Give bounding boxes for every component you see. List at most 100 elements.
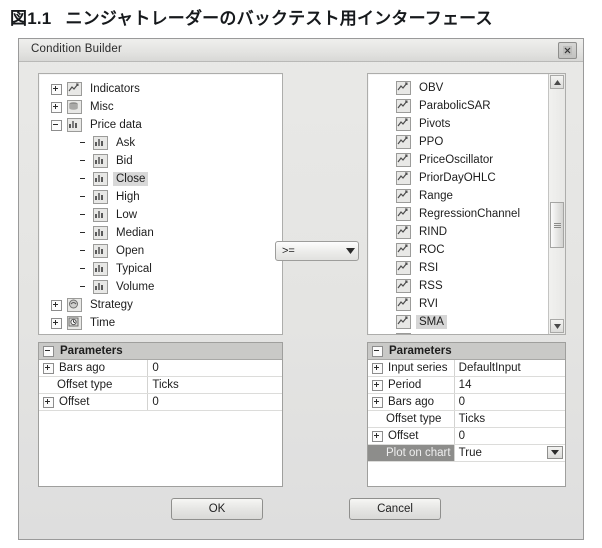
list-item[interactable]: RegressionChannel [368,205,549,223]
table-row[interactable]: Period 14 [368,377,565,394]
tree-item-label: Strategy [90,299,133,311]
tree-item-ask[interactable]: Ask [39,134,282,152]
tree-item-label: Median [116,227,154,239]
tree-item-low[interactable]: Low [39,206,282,224]
param-name: Offset type [57,379,113,391]
list-item[interactable]: RVI [368,295,549,313]
tree-item-label: Misc [90,101,114,113]
param-name: Bars ago [388,396,435,408]
list-item[interactable]: ROC [368,241,549,259]
tree-item-typical[interactable]: Typical [39,260,282,278]
left-parameters-grid[interactable]: Parameters Bars ago 0 Offset type Ticks Offs… [38,342,283,487]
tree-item-close[interactable]: Close [39,170,282,188]
tree-item-median[interactable]: Median [39,224,282,242]
tree-item-label: User defined inputs [87,334,192,335]
table-row[interactable]: Offset type Ticks [368,411,565,428]
list-item[interactable]: RSI [368,259,549,277]
param-value-cell[interactable]: 0 [148,394,282,410]
plus-expander-icon[interactable] [372,362,383,374]
param-value-cell[interactable]: DefaultInput [455,360,565,376]
plus-expander-icon[interactable] [51,83,62,95]
list-item[interactable]: RIND [368,223,549,241]
list-item-label: RIND [419,226,448,238]
cancel-button[interactable]: Cancel [349,498,441,520]
tree-expander-spacer [79,157,88,166]
tree-item-misc[interactable]: Misc [39,98,282,116]
list-item[interactable]: PriorDayOHLC [368,169,549,187]
window-titlebar[interactable]: Condition Builder [19,39,583,62]
tree-item-user-defined-inputs[interactable]: User defined inputs [39,332,282,335]
param-value-cell[interactable]: True [454,445,565,461]
tree-item-high[interactable]: High [39,188,282,206]
plus-expander-icon[interactable] [51,317,62,329]
close-icon[interactable] [558,42,577,59]
scroll-up-icon[interactable] [550,75,564,89]
tree-item-time[interactable]: Time [39,314,282,332]
param-name: Offset [59,396,90,408]
tree-expander-spacer [79,139,88,148]
list-item-label: PriceOscillator [419,154,494,166]
condition-tree-panel[interactable]: Indicators Misc Price data Ask Bid Close High L… [38,73,283,335]
tree-item-strategy[interactable]: Strategy [39,296,282,314]
minus-expander-icon[interactable] [43,345,54,357]
left-parameters-header[interactable]: Parameters [39,343,282,360]
param-value: Ticks [458,413,486,425]
operator-select[interactable]: >= [275,241,359,261]
tree-item-open[interactable]: Open [39,242,282,260]
indicator-icon [396,207,411,221]
list-item-label: StdDev [416,333,460,334]
list-item[interactable]: OBV [368,79,549,97]
plus-expander-icon[interactable] [372,396,383,408]
list-item[interactable]: SMA [368,313,549,331]
bars-icon [93,244,108,258]
scroll-thumb[interactable] [550,202,564,248]
tree-item-bid[interactable]: Bid [39,152,282,170]
figure-number: 図1.1 [10,9,52,28]
list-item[interactable]: ParabolicSAR [368,97,549,115]
plus-expander-icon[interactable] [51,101,62,113]
bars-icon [93,154,108,168]
param-value-cell[interactable]: 0 [455,428,565,444]
list-item[interactable]: PPO [368,133,549,151]
list-item[interactable]: RSS [368,277,549,295]
plus-expander-icon[interactable] [43,396,54,408]
indicator-icon [396,117,411,131]
plus-expander-icon[interactable] [43,362,54,374]
plus-expander-icon[interactable] [51,299,62,311]
scroll-thumb-grip [553,222,561,229]
scroll-down-icon[interactable] [550,319,564,333]
param-value-cell[interactable]: 0 [148,360,282,376]
tree-expander-spacer [79,265,88,274]
indicator-list-panel[interactable]: OBV ParabolicSAR Pivots PPO PriceOscillator P… [367,73,566,335]
list-item-label: RSS [419,280,443,292]
right-parameters-header[interactable]: Parameters [368,343,565,360]
list-item[interactable]: PriceOscillator [368,151,549,169]
tree-item-price-data[interactable]: Price data [39,116,282,134]
bars-icon [93,280,108,294]
table-row[interactable]: Offset type Ticks [39,377,282,394]
table-row[interactable]: Bars ago 0 [368,394,565,411]
param-value-cell[interactable]: Ticks [455,411,565,427]
tree-item-indicators[interactable]: Indicators [39,80,282,98]
list-item[interactable]: StdDev [368,331,549,334]
table-row[interactable]: Offset 0 [39,394,282,411]
minus-expander-icon[interactable] [51,119,62,131]
param-value-cell[interactable]: Ticks [148,377,282,393]
table-row[interactable]: Input series DefaultInput [368,360,565,377]
table-row[interactable]: Bars ago 0 [39,360,282,377]
param-value-cell[interactable]: 0 [455,394,565,410]
plus-expander-icon[interactable] [372,379,383,391]
minus-expander-icon[interactable] [372,345,383,357]
tree-item-volume[interactable]: Volume [39,278,282,296]
list-item[interactable]: Range [368,187,549,205]
indicator-list-scrollbar[interactable] [548,74,565,334]
right-parameters-grid[interactable]: Parameters Input series DefaultInput Perio… [367,342,566,487]
param-value-cell[interactable]: 14 [455,377,565,393]
indicator-icon [396,243,411,257]
table-row[interactable]: Plot on chart True [368,445,565,462]
ok-button[interactable]: OK [171,498,263,520]
chevron-down-icon[interactable] [547,446,563,459]
list-item[interactable]: Pivots [368,115,549,133]
plus-expander-icon[interactable] [372,430,383,442]
table-row[interactable]: Offset 0 [368,428,565,445]
